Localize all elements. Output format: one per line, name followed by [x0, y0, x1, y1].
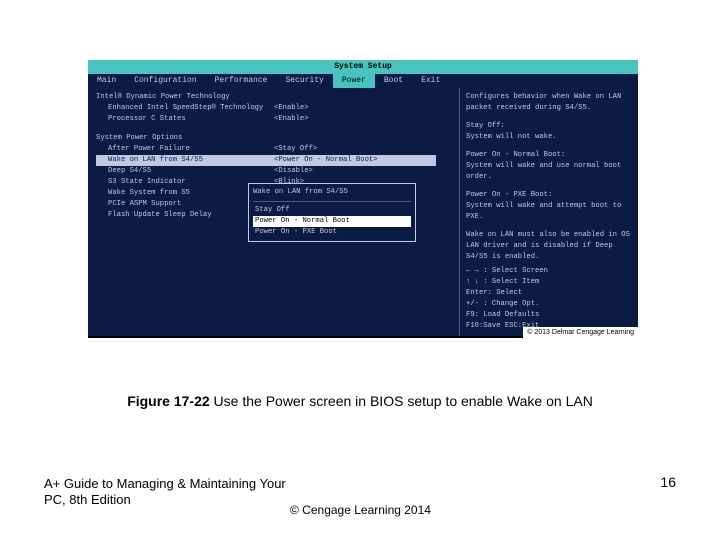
screenshot-copyright: © 2013 Delmar Cengage Learning — [523, 327, 638, 338]
section-dynamic-power: Intel® Dynamic Power Technology — [96, 92, 230, 103]
key-hint: Enter: Select — [466, 288, 632, 299]
setting-value: <Enable> — [274, 103, 309, 114]
bios-settings-pane: Intel® Dynamic Power Technology Enhanced… — [88, 88, 460, 336]
help-text: Wake on LAN must also be enabled in OS L… — [466, 230, 632, 263]
menu-power[interactable]: Power — [333, 74, 375, 88]
help-block: Power On - Normal Boot: System will wake… — [466, 150, 632, 183]
help-block: Wake on LAN must also be enabled in OS L… — [466, 230, 632, 263]
book-title: A+ Guide to Managing & Maintaining Your … — [44, 476, 294, 508]
key-hint: F9: Load Defaults — [466, 310, 632, 321]
setting-label: Deep S4/S5 — [96, 166, 274, 177]
help-subtitle: Power On - Normal Boot: — [466, 150, 632, 161]
help-block: Power On - PXE Boot: System will wake an… — [466, 190, 632, 223]
setting-value: <Power On - Normal Boot> — [274, 155, 378, 166]
setting-value: <Stay Off> — [274, 144, 317, 155]
setting-row[interactable]: Deep S4/S5 <Disable> — [96, 166, 451, 177]
help-text: System will wake and attempt boot to PXE… — [466, 201, 632, 223]
help-subtitle: Stay Off: — [466, 121, 632, 132]
menu-performance[interactable]: Performance — [206, 74, 277, 88]
help-block: Stay Off: System will not wake. — [466, 121, 632, 143]
menu-main[interactable]: Main — [88, 74, 125, 88]
figure-caption: Figure 17-22 Use the Power screen in BIO… — [0, 392, 720, 410]
help-text: System will not wake. — [466, 132, 632, 143]
setting-label: Wake on LAN from S4/S5 — [96, 155, 274, 166]
figure-number: Figure 17-22 — [127, 393, 209, 409]
section-system-power: System Power Options — [96, 133, 182, 144]
option-popup: Wake on LAN from S4/S5 Stay Off Power On… — [248, 183, 416, 242]
bios-body: Intel® Dynamic Power Technology Enhanced… — [88, 88, 638, 336]
bios-help-pane: Configures behavior when Wake on LAN pac… — [460, 88, 638, 336]
spacer — [96, 125, 451, 133]
footer-copyright: © Cengage Learning 2014 — [290, 503, 431, 518]
setting-row[interactable]: Processor C States <Enable> — [96, 114, 451, 125]
popup-title: Wake on LAN from S4/S5 — [253, 187, 411, 202]
menu-configuration[interactable]: Configuration — [125, 74, 205, 88]
popup-option[interactable]: Stay Off — [253, 205, 411, 216]
menu-exit[interactable]: Exit — [412, 74, 449, 88]
help-keys: ← → : Select Screen ↑ ↓ : Select Item En… — [466, 266, 632, 332]
menu-security[interactable]: Security — [276, 74, 332, 88]
popup-option[interactable]: Power On - PXE Boot — [253, 227, 411, 238]
help-subtitle: Power On - PXE Boot: — [466, 190, 632, 201]
key-hint: ← → : Select Screen — [466, 266, 632, 277]
setting-row[interactable]: After Power Failure <Stay Off> — [96, 144, 451, 155]
help-description: Configures behavior when Wake on LAN pac… — [466, 92, 632, 114]
popup-option-selected[interactable]: Power On - Normal Boot — [253, 216, 411, 227]
setting-label: Enhanced Intel SpeedStep® Technology — [96, 103, 274, 114]
setting-label: After Power Failure — [96, 144, 274, 155]
bios-menubar: Main Configuration Performance Security … — [88, 74, 638, 88]
menu-boot[interactable]: Boot — [375, 74, 412, 88]
setting-row[interactable]: Enhanced Intel SpeedStep® Technology <En… — [96, 103, 451, 114]
key-hint: +/- : Change Opt. — [466, 299, 632, 310]
setting-label: Processor C States — [96, 114, 274, 125]
figure-text: Use the Power screen in BIOS setup to en… — [210, 393, 593, 409]
bios-titlebar: System Setup — [88, 60, 638, 74]
bios-screenshot: System Setup Main Configuration Performa… — [88, 60, 638, 338]
setting-row-selected[interactable]: Wake on LAN from S4/S5 <Power On - Norma… — [96, 155, 436, 166]
key-hint: ↑ ↓ : Select Item — [466, 277, 632, 288]
setting-value: <Enable> — [274, 114, 309, 125]
setting-value: <Disable> — [274, 166, 313, 177]
help-text: System will wake and use normal boot ord… — [466, 161, 632, 183]
page-number: 16 — [660, 474, 676, 490]
